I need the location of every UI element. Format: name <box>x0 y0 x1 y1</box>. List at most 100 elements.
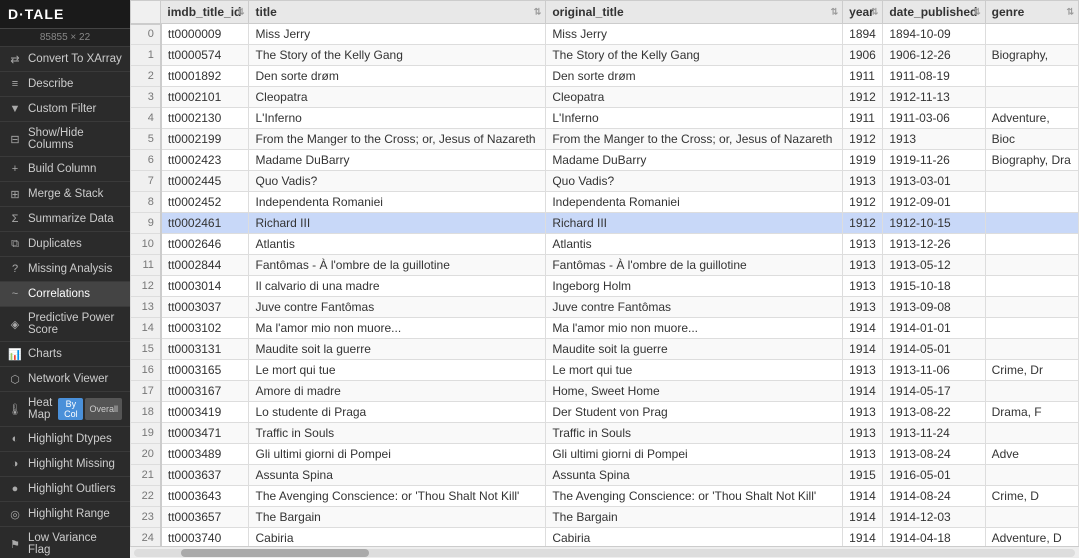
cell-genre <box>985 255 1078 276</box>
cell-date_published: 1913-09-08 <box>883 297 985 318</box>
row-number: 18 <box>131 402 161 423</box>
heat-map-label: Heat Map <box>28 397 52 421</box>
cell-original_title: The Story of the Kelly Gang <box>546 45 843 66</box>
table-row[interactable]: 3tt0002101CleopatraCleopatra19121912-11-… <box>131 87 1079 108</box>
col-header-date_published[interactable]: date_published⇅ <box>883 1 985 24</box>
sidebar-item-predictive[interactable]: ◈Predictive Power Score <box>0 307 130 342</box>
scrollbar-track[interactable] <box>134 549 1075 557</box>
sidebar-item-missing[interactable]: ?Missing Analysis <box>0 257 130 282</box>
scrollbar-thumb[interactable] <box>181 549 369 557</box>
cell-title: Den sorte drøm <box>249 66 546 87</box>
cell-title: The Bargain <box>249 507 546 528</box>
sidebar-item-charts[interactable]: 📊Charts <box>0 342 130 367</box>
table-row[interactable]: 21tt0003637Assunta SpinaAssunta Spina191… <box>131 465 1079 486</box>
table-row[interactable]: 6tt0002423Madame DuBarryMadame DuBarry19… <box>131 150 1079 171</box>
table-row[interactable]: 19tt0003471Traffic in SoulsTraffic in So… <box>131 423 1079 444</box>
col-header-year[interactable]: year⇅ <box>843 1 883 24</box>
table-row[interactable]: 18tt0003419Lo studente di PragaDer Stude… <box>131 402 1079 423</box>
sidebar-item-highlight-outliers[interactable]: ●Highlight Outliers <box>0 477 130 502</box>
highlight-outliers-icon: ● <box>8 482 22 496</box>
sidebar-item-low-variance[interactable]: ⚑Low Variance Flag <box>0 527 130 558</box>
table-row[interactable]: 24tt0003740CabiriaCabiria19141914-04-18A… <box>131 528 1079 547</box>
sidebar-item-custom-filter[interactable]: ▼Custom Filter <box>0 97 130 122</box>
cell-imdb_title_id: tt0000009 <box>161 24 249 45</box>
cell-original_title: Juve contre Fantômas <box>546 297 843 318</box>
cell-imdb_title_id: tt0001892 <box>161 66 249 87</box>
cell-genre <box>985 423 1078 444</box>
cell-year: 1911 <box>843 108 883 129</box>
table-row[interactable]: 0tt0000009Miss JerryMiss Jerry18941894-1… <box>131 24 1079 45</box>
table-row[interactable]: 23tt0003657The BargainThe Bargain1914191… <box>131 507 1079 528</box>
table-row[interactable]: 4tt0002130L'InfernoL'Inferno19111911-03-… <box>131 108 1079 129</box>
sidebar-item-convert[interactable]: ⇄Convert To XArray <box>0 47 130 72</box>
predictive-label: Predictive Power Score <box>28 312 122 336</box>
heat-map-btn-overall[interactable]: Overall <box>85 398 122 420</box>
cell-genre <box>985 192 1078 213</box>
sidebar-item-correlations[interactable]: ~Correlations <box>0 282 130 307</box>
highlight-range-label: Highlight Range <box>28 508 122 520</box>
sort-icon-imdb_title_id: ⇅ <box>237 7 245 18</box>
cell-imdb_title_id: tt0003471 <box>161 423 249 444</box>
cell-year: 1913 <box>843 402 883 423</box>
cell-date_published: 1916-05-01 <box>883 465 985 486</box>
table-row[interactable]: 13tt0003037Juve contre FantômasJuve cont… <box>131 297 1079 318</box>
sidebar-item-highlight-range[interactable]: ◎Highlight Range <box>0 502 130 527</box>
merge-stack-label: Merge & Stack <box>28 188 122 200</box>
cell-imdb_title_id: tt0000574 <box>161 45 249 66</box>
cell-year: 1912 <box>843 192 883 213</box>
table-row[interactable]: 12tt0003014Il calvario di una madreIngeb… <box>131 276 1079 297</box>
sidebar-item-network[interactable]: ⬡Network Viewer <box>0 367 130 392</box>
cell-original_title: Ingeborg Holm <box>546 276 843 297</box>
table-row[interactable]: 16tt0003165Le mort qui tueLe mort qui tu… <box>131 360 1079 381</box>
table-row[interactable]: 11tt0002844Fantômas - À l'ombre de la gu… <box>131 255 1079 276</box>
sidebar-item-build-column[interactable]: +Build Column <box>0 157 130 182</box>
sidebar-item-show-hide[interactable]: ⊟Show/Hide Columns <box>0 122 130 157</box>
duplicates-label: Duplicates <box>28 238 122 250</box>
heat-map-icon: 🌡 <box>8 402 22 416</box>
sidebar-item-duplicates[interactable]: ⧉Duplicates <box>0 232 130 257</box>
table-row[interactable]: 15tt0003131Maudite soit la guerreMaudite… <box>131 339 1079 360</box>
table-row[interactable]: 8tt0002452Independenta RomanieiIndepende… <box>131 192 1079 213</box>
table-row[interactable]: 9tt0002461Richard IIIRichard III19121912… <box>131 213 1079 234</box>
col-header-title[interactable]: title⇅ <box>249 1 546 24</box>
cell-year: 1913 <box>843 171 883 192</box>
charts-label: Charts <box>28 348 122 360</box>
row-number: 14 <box>131 318 161 339</box>
table-row[interactable]: 10tt0002646AtlantisAtlantis19131913-12-2… <box>131 234 1079 255</box>
cell-date_published: 1913 <box>883 129 985 150</box>
sidebar-item-heat-map[interactable]: 🌡 Heat Map By ColOverall <box>0 392 130 427</box>
sidebar-item-merge-stack[interactable]: ⊞Merge & Stack <box>0 182 130 207</box>
cell-genre <box>985 276 1078 297</box>
cell-genre: Adve <box>985 444 1078 465</box>
sidebar-item-describe[interactable]: ≡Describe <box>0 72 130 97</box>
table-container[interactable]: imdb_title_id⇅title⇅original_title⇅year⇅… <box>130 0 1079 546</box>
row-number: 9 <box>131 213 161 234</box>
correlations-label: Correlations <box>28 288 122 300</box>
cell-original_title: Independenta Romaniei <box>546 192 843 213</box>
row-number: 23 <box>131 507 161 528</box>
table-row[interactable]: 2tt0001892Den sorte drømDen sorte drøm19… <box>131 66 1079 87</box>
sidebar-item-summarize[interactable]: ΣSummarize Data <box>0 207 130 232</box>
table-row[interactable]: 7tt0002445Quo Vadis?Quo Vadis?19131913-0… <box>131 171 1079 192</box>
cell-date_published: 1915-10-18 <box>883 276 985 297</box>
col-header-original_title[interactable]: original_title⇅ <box>546 1 843 24</box>
table-row[interactable]: 17tt0003167Amore di madreHome, Sweet Hom… <box>131 381 1079 402</box>
table-row[interactable]: 14tt0003102Ma l'amor mio non muore...Ma … <box>131 318 1079 339</box>
col-header-genre[interactable]: genre⇅ <box>985 1 1078 24</box>
horizontal-scrollbar[interactable] <box>130 546 1079 558</box>
table-row[interactable]: 20tt0003489Gli ultimi giorni di PompeiGl… <box>131 444 1079 465</box>
cell-imdb_title_id: tt0003102 <box>161 318 249 339</box>
cell-imdb_title_id: tt0002423 <box>161 150 249 171</box>
table-row[interactable]: 22tt0003643The Avenging Conscience: or '… <box>131 486 1079 507</box>
sidebar-item-highlight-missing[interactable]: ◑Highlight Missing <box>0 452 130 477</box>
sidebar-item-highlight-dtypes[interactable]: ◐Highlight Dtypes <box>0 427 130 452</box>
col-header-imdb_title_id[interactable]: imdb_title_id⇅ <box>161 1 249 24</box>
table-row[interactable]: 1tt0000574The Story of the Kelly GangThe… <box>131 45 1079 66</box>
heat-map-btn-by-col[interactable]: By Col <box>58 398 83 420</box>
cell-date_published: 1912-09-01 <box>883 192 985 213</box>
cell-genre: Biography, Dra <box>985 150 1078 171</box>
cell-genre: Adventure, <box>985 108 1078 129</box>
table-row[interactable]: 5tt0002199From the Manger to the Cross; … <box>131 129 1079 150</box>
cell-genre <box>985 381 1078 402</box>
cell-year: 1912 <box>843 213 883 234</box>
